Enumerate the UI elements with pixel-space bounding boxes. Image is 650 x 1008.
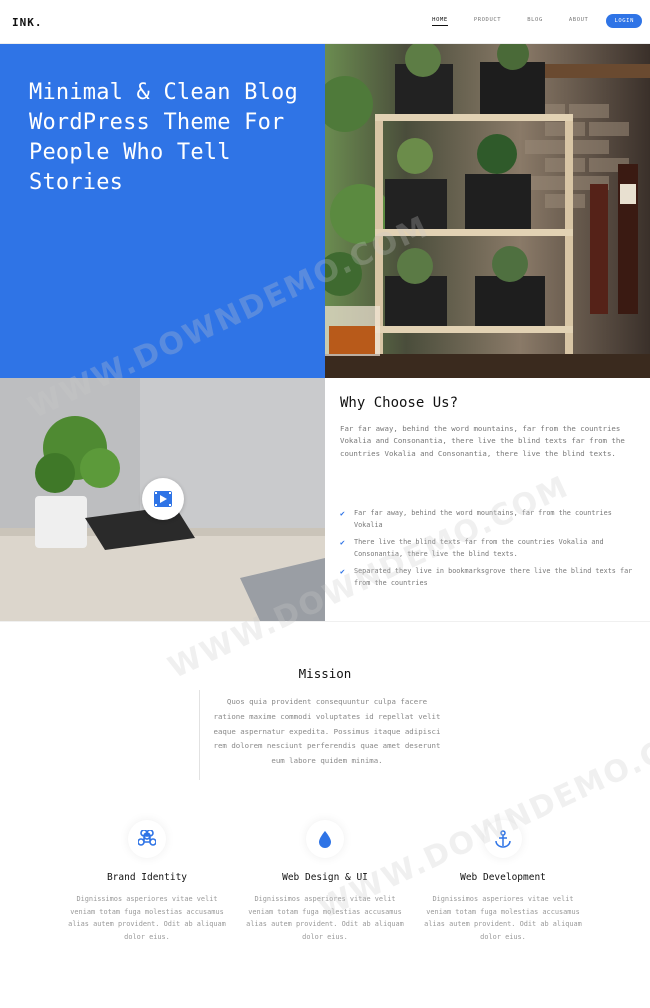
hero-title: Minimal & Clean Blog WordPress Theme For… <box>29 80 298 195</box>
video-play-button[interactable] <box>142 478 184 520</box>
feature-icon-wrap <box>128 820 166 858</box>
anchor-icon <box>495 830 511 848</box>
check-item-text: Separated they live in bookmarksgrove th… <box>354 567 633 587</box>
nav-blog[interactable]: BLOG <box>527 17 543 25</box>
check-item-text: There live the blind texts far from the … <box>354 538 604 558</box>
main-nav: HOME PRODUCT BLOG ABOUT LOGIN <box>406 14 642 28</box>
check-icon: ✔ <box>340 538 345 547</box>
feature-text: Dignissimos asperiores vitae velit venia… <box>424 895 582 941</box>
feature-web-development: Web Development Dignissimos asperiores v… <box>418 820 588 943</box>
command-icon <box>138 830 156 846</box>
feature-text: Dignissimos asperiores vitae velit venia… <box>246 895 404 941</box>
nav-home[interactable]: HOME <box>432 17 448 26</box>
check-icon: ✔ <box>340 567 345 576</box>
mission-divider <box>199 690 200 780</box>
check-item: ✔ There live the blind texts far from th… <box>340 537 640 560</box>
feature-title: Web Design & UI <box>282 872 368 883</box>
feature-title: Web Development <box>460 872 546 883</box>
hero-plants-image <box>325 44 650 378</box>
check-item: ✔ Far far away, behind the word mountain… <box>340 508 640 531</box>
check-item: ✔ Separated they live in bookmarksgrove … <box>340 566 640 589</box>
feature-icon-wrap <box>306 820 344 858</box>
feature-web-design: Web Design & UI Dignissimos asperiores v… <box>240 820 410 943</box>
drop-icon <box>319 831 331 848</box>
site-logo[interactable]: INK. <box>12 16 43 29</box>
feature-brand-identity: Brand Identity Dignissimos asperiores vi… <box>62 820 232 943</box>
check-icon: ✔ <box>340 509 345 518</box>
video-icon <box>154 491 172 507</box>
why-choose-section: Why Choose Us? Far far away, behind the … <box>340 395 640 460</box>
section-divider <box>0 621 650 622</box>
login-button[interactable]: LOGIN <box>606 14 642 28</box>
site-header: INK. HOME PRODUCT BLOG ABOUT LOGIN <box>0 0 650 44</box>
nav-product[interactable]: PRODUCT <box>474 17 501 25</box>
feature-title: Brand Identity <box>106 872 188 883</box>
feature-text: Dignissimos asperiores vitae velit venia… <box>68 895 226 941</box>
why-text: Far far away, behind the word mountains,… <box>340 424 625 458</box>
mission-title: Mission <box>298 666 352 681</box>
why-title: Why Choose Us? <box>340 395 459 411</box>
check-item-text: Far far away, behind the word mountains,… <box>354 509 612 529</box>
nav-about[interactable]: ABOUT <box>569 17 589 25</box>
plants-shelf-illustration <box>325 44 650 378</box>
feature-icon-wrap <box>484 820 522 858</box>
mission-text: Quos quia provident consequuntur culpa f… <box>213 697 441 766</box>
why-check-list: ✔ Far far away, behind the word mountain… <box>340 508 640 595</box>
